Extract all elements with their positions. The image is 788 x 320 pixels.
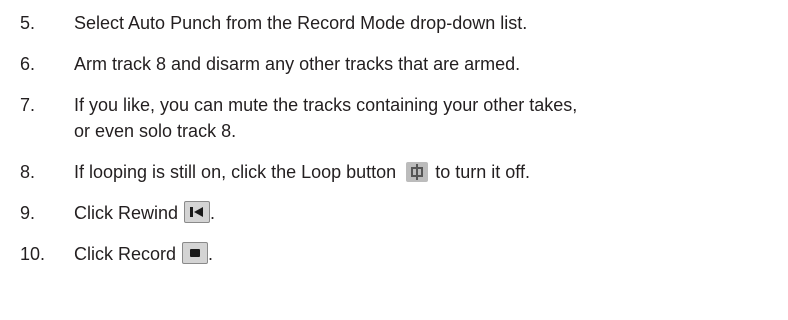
step-number: 6. <box>20 54 36 74</box>
step-number: 5. <box>20 13 36 33</box>
step-number: 8. <box>20 162 36 182</box>
step-text-line-1: If you like, you can mute the tracks con… <box>74 95 578 115</box>
step-number: 7. <box>20 95 36 115</box>
step-text-before-icon: Click Rewind <box>74 203 179 223</box>
record-button-icon <box>182 242 209 264</box>
step-text-before-icon: Click Record <box>74 244 177 264</box>
step-text-after-icon: to turn it off. <box>435 162 530 182</box>
step-5: 5. Select Auto Punch from the Record Mod… <box>20 10 780 36</box>
instruction-steps: 5. Select Auto Punch from the Record Mod… <box>20 10 780 267</box>
step-text: Select Auto Punch from the Record Mode d… <box>74 13 528 33</box>
step-7: 7. If you like, you can mute the tracks … <box>20 92 780 144</box>
step-number: 9. <box>20 203 36 223</box>
step-text-before-icon: If looping is still on, click the Loop b… <box>74 162 397 182</box>
step-6: 6. Arm track 8 and disarm any other trac… <box>20 51 780 77</box>
step-text-after-icon: . <box>208 244 214 264</box>
step-9: 9. Click Rewind. <box>20 200 780 226</box>
step-8: 8. If looping is still on, click the Loo… <box>20 159 780 185</box>
step-text-line-2: or even solo track 8. <box>74 121 237 141</box>
loop-button-icon <box>406 162 429 182</box>
step-text-after-icon: . <box>210 203 216 223</box>
step-text: Arm track 8 and disarm any other tracks … <box>74 54 521 74</box>
step-number: 10. <box>20 244 46 264</box>
step-10: 10. Click Record. <box>20 241 780 267</box>
rewind-button-icon <box>184 201 211 223</box>
